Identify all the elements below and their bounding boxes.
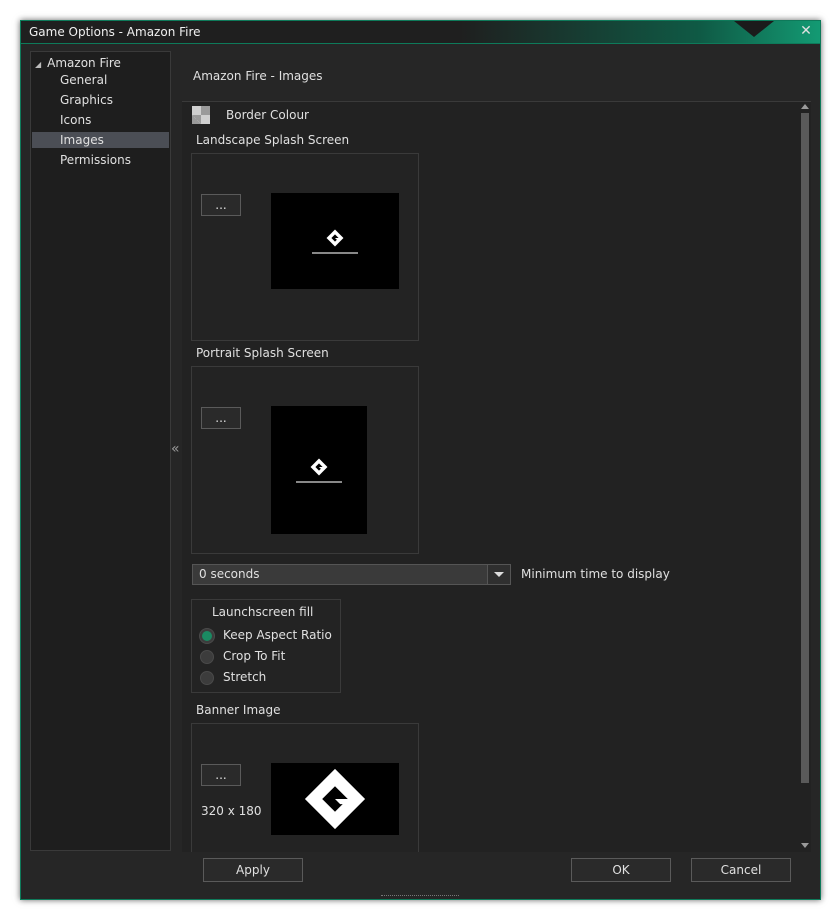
- banner-image-label: Banner Image: [196, 703, 281, 717]
- min-time-label: Minimum time to display: [521, 567, 670, 581]
- portrait-splash-box: ...: [191, 366, 419, 554]
- scroll-up-icon[interactable]: [801, 104, 809, 109]
- expand-arrow-icon[interactable]: ◢: [35, 60, 41, 69]
- banner-browse-button[interactable]: ...: [201, 764, 241, 786]
- portrait-splash-label: Portrait Splash Screen: [196, 346, 329, 360]
- border-colour-label: Border Colour: [226, 108, 309, 122]
- sidebar-item-icons[interactable]: Icons: [32, 112, 169, 128]
- banner-image-preview: [271, 763, 399, 835]
- gamemaker-logo-icon: [304, 768, 366, 830]
- cancel-button[interactable]: Cancel: [691, 858, 791, 882]
- crop-to-fit-label[interactable]: Crop To Fit: [223, 649, 285, 663]
- sidebar-item-graphics[interactable]: Graphics: [32, 92, 169, 108]
- game-options-window: Game Options - Amazon Fire ✕ ◢ Amazon Fir…: [20, 20, 821, 900]
- tree-root-amazon-fire[interactable]: ◢ Amazon Fire: [35, 55, 121, 71]
- keep-aspect-ratio-label[interactable]: Keep Aspect Ratio: [223, 628, 332, 642]
- landscape-browse-button[interactable]: ...: [201, 194, 241, 216]
- title-bar[interactable]: Game Options - Amazon Fire ✕: [21, 21, 820, 44]
- sidebar-item-images[interactable]: Images: [32, 132, 169, 148]
- portrait-browse-button[interactable]: ...: [201, 407, 241, 429]
- landscape-splash-label: Landscape Splash Screen: [196, 133, 350, 147]
- radio-keep-aspect-ratio[interactable]: [200, 629, 214, 643]
- options-tree: ◢ Amazon Fire General Graphics Icons Imag…: [30, 51, 171, 851]
- page-title: Amazon Fire - Images: [193, 69, 323, 83]
- portrait-splash-preview: [271, 406, 367, 534]
- tree-root-label: Amazon Fire: [47, 56, 121, 70]
- landscape-splash-box: ...: [191, 153, 419, 341]
- resize-grip[interactable]: [381, 895, 459, 899]
- title-bar-notch: [734, 21, 774, 37]
- landscape-splash-preview: [271, 193, 399, 289]
- images-panel: Border Colour Landscape Splash Screen ..…: [182, 101, 811, 852]
- launchscreen-fill-group: Launchscreen fill Keep Aspect Ratio Crop…: [191, 599, 341, 693]
- window-title: Game Options - Amazon Fire: [29, 25, 201, 39]
- scroll-thumb[interactable]: [801, 113, 809, 783]
- panel-scrollbar[interactable]: [799, 101, 811, 851]
- min-time-dropdown[interactable]: 0 seconds: [192, 564, 511, 585]
- ok-button[interactable]: OK: [571, 858, 671, 882]
- gamemaker-logo-icon: [326, 229, 344, 246]
- sidebar-item-permissions[interactable]: Permissions: [32, 152, 169, 168]
- chevron-down-icon[interactable]: [487, 565, 510, 584]
- banner-size-label: 320 x 180: [201, 804, 262, 818]
- gamemaker-logo-icon: [310, 458, 328, 475]
- close-icon[interactable]: ✕: [798, 23, 814, 39]
- apply-button[interactable]: Apply: [203, 858, 303, 882]
- scroll-down-icon[interactable]: [801, 843, 809, 848]
- sidebar-item-general[interactable]: General: [32, 72, 169, 88]
- logo-wordmark: [312, 251, 358, 254]
- radio-stretch[interactable]: [200, 671, 214, 685]
- stretch-label[interactable]: Stretch: [223, 670, 266, 684]
- launchscreen-fill-title: Launchscreen fill: [212, 605, 314, 619]
- radio-crop-to-fit[interactable]: [200, 650, 214, 664]
- min-time-value: 0 seconds: [199, 567, 260, 581]
- banner-image-box: ... 320 x 180: [191, 723, 419, 852]
- collapse-sidebar-icon[interactable]: «: [171, 441, 181, 457]
- border-colour-swatch[interactable]: [192, 106, 210, 124]
- logo-wordmark: [296, 480, 342, 483]
